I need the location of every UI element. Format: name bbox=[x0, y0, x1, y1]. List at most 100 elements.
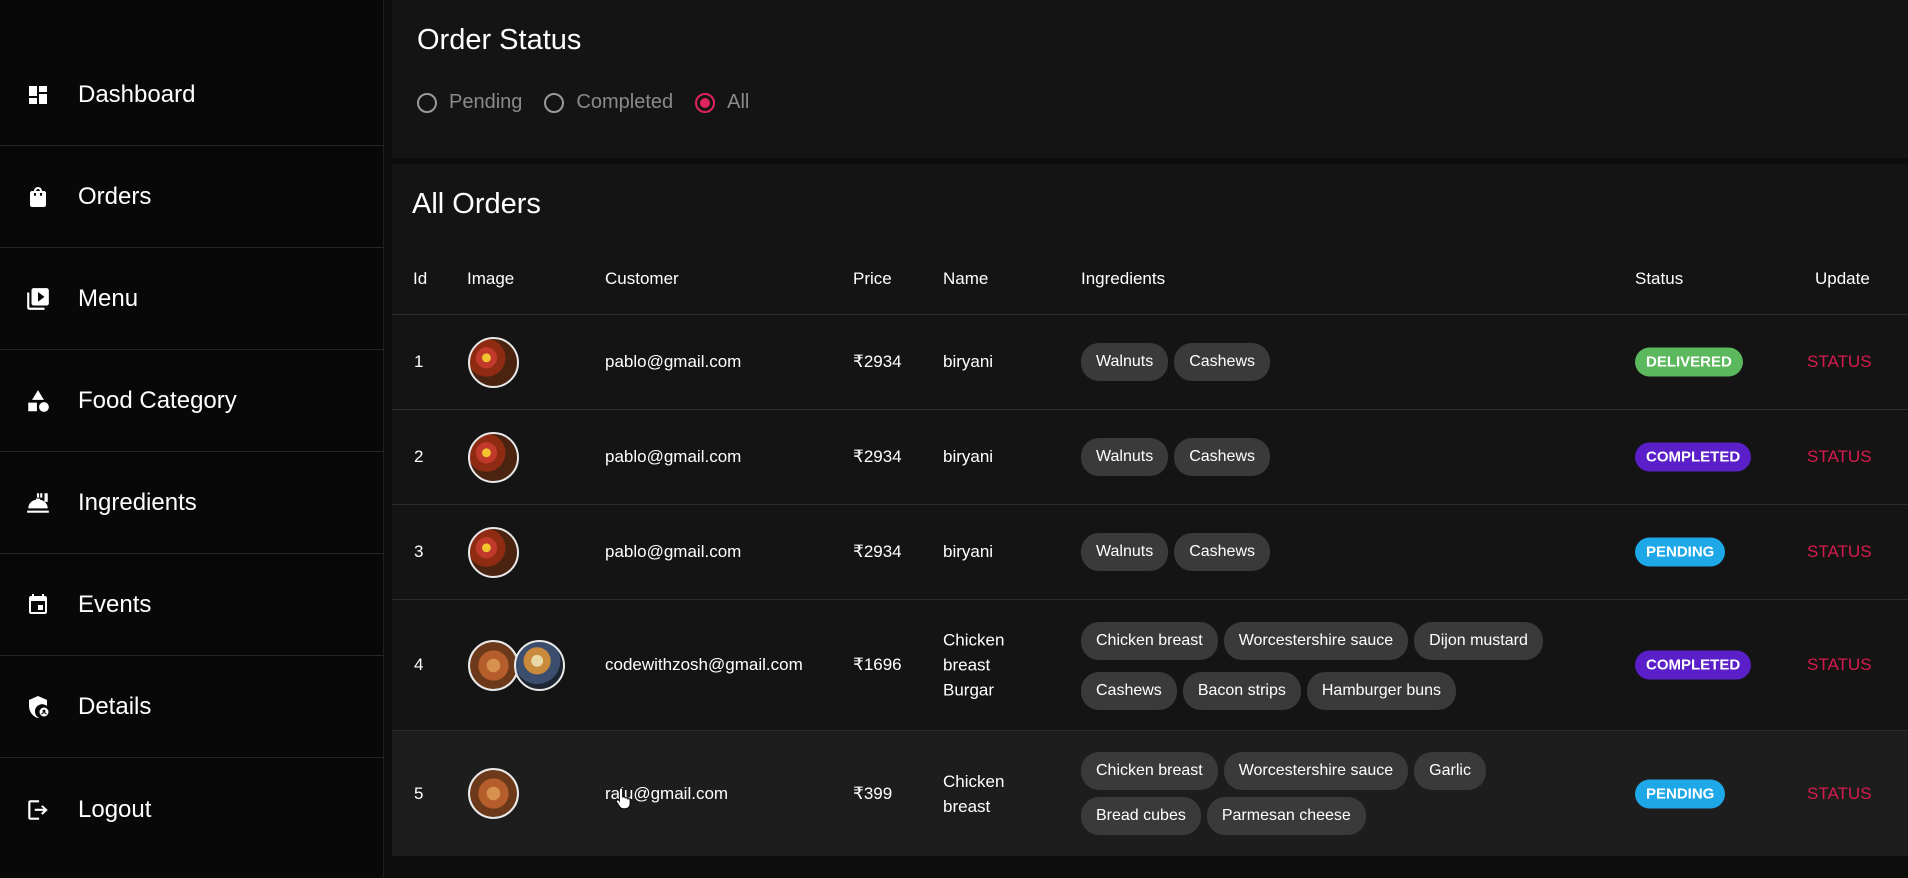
sidebar: Dashboard Orders Menu Food Category Ingr… bbox=[0, 0, 384, 878]
sidebar-item-dashboard[interactable]: Dashboard bbox=[0, 45, 383, 146]
radio-label: All bbox=[727, 91, 750, 113]
update-status-button[interactable]: STATUS bbox=[1807, 655, 1872, 675]
sidebar-item-details[interactable]: Details bbox=[0, 657, 383, 758]
ingredient-chip: Cashews bbox=[1174, 343, 1271, 381]
column-header-status: Status bbox=[1635, 269, 1684, 288]
column-header-name: Name bbox=[943, 269, 989, 288]
order-price: ₹399 bbox=[853, 783, 893, 803]
column-header-id: Id bbox=[413, 269, 428, 288]
order-id: 4 bbox=[414, 655, 424, 674]
food-image bbox=[468, 432, 519, 483]
order-food-name: Chicken breast bbox=[943, 771, 1005, 816]
sidebar-item-label: Ingredients bbox=[78, 489, 197, 516]
radio-unchecked-icon[interactable] bbox=[417, 92, 437, 113]
ingredient-chip: Walnuts bbox=[1081, 343, 1169, 381]
column-header-image: Image bbox=[467, 269, 515, 288]
table-row: 4 codewithzosh@gmail.com ₹1696 Chicken b… bbox=[392, 600, 1908, 731]
ingredient-chip: Cashews bbox=[1174, 438, 1271, 476]
radio-pending[interactable]: Pending bbox=[417, 91, 522, 114]
food-image bbox=[468, 768, 519, 819]
order-food-name: Chicken breast Burgar bbox=[943, 630, 1005, 700]
ingredient-chips: Walnuts Cashews bbox=[1081, 533, 1601, 571]
order-id: 5 bbox=[414, 783, 424, 803]
column-header-update: Update bbox=[1815, 269, 1870, 288]
update-status-button[interactable]: STATUS bbox=[1807, 352, 1872, 372]
radio-completed[interactable]: Completed bbox=[544, 91, 673, 114]
food-bank-icon bbox=[24, 489, 52, 517]
table-row: 2 pablo@gmail.com ₹2934 biryani Walnuts … bbox=[392, 410, 1908, 505]
ingredient-chip: Bread cubes bbox=[1081, 797, 1201, 835]
video-library-icon bbox=[24, 285, 52, 313]
ingredient-chip: Worcestershire sauce bbox=[1223, 622, 1409, 660]
food-image bbox=[468, 337, 519, 388]
ingredient-chip: Parmesan cheese bbox=[1206, 797, 1366, 835]
sidebar-item-events[interactable]: Events bbox=[0, 555, 383, 656]
order-food-name: biryani bbox=[943, 352, 994, 371]
ingredient-chip: Chicken breast bbox=[1081, 622, 1218, 660]
table-row: 1 pablo@gmail.com ₹2934 biryani Walnuts … bbox=[392, 315, 1908, 410]
category-icon bbox=[24, 387, 52, 415]
sidebar-item-label: Events bbox=[78, 591, 152, 618]
radio-label: Pending bbox=[449, 91, 523, 113]
sidebar-item-ingredients[interactable]: Ingredients bbox=[0, 453, 383, 554]
ingredient-chips: Walnuts Cashews bbox=[1081, 438, 1601, 476]
ingredient-chip: Cashews bbox=[1174, 533, 1271, 571]
sidebar-item-label: Menu bbox=[78, 285, 139, 312]
radio-label: Completed bbox=[576, 91, 674, 113]
order-customer: pablo@gmail.com bbox=[605, 542, 742, 561]
orders-panel: All Orders Id Image Customer Price Name … bbox=[392, 164, 1908, 856]
food-image bbox=[468, 640, 519, 691]
orders-title: All Orders bbox=[412, 188, 541, 220]
status-badge: COMPLETED bbox=[1635, 650, 1752, 680]
radio-checked-icon[interactable] bbox=[695, 92, 716, 113]
admin-panel-icon bbox=[24, 693, 52, 721]
order-customer: codewithzosh@gmail.com bbox=[605, 655, 803, 674]
column-header-customer: Customer bbox=[605, 269, 679, 288]
ingredient-chip: Worcestershire sauce bbox=[1223, 752, 1409, 790]
ingredient-chip: Walnuts bbox=[1081, 438, 1169, 476]
order-status-title: Order Status bbox=[417, 24, 582, 56]
status-badge: PENDING bbox=[1635, 779, 1726, 808]
update-status-button[interactable]: STATUS bbox=[1807, 784, 1872, 804]
sidebar-item-label: Logout bbox=[78, 795, 152, 823]
order-id: 2 bbox=[414, 447, 424, 466]
sidebar-item-menu[interactable]: Menu bbox=[0, 249, 383, 350]
ingredient-chips: Walnuts Cashews bbox=[1081, 343, 1601, 381]
order-id: 3 bbox=[414, 542, 424, 561]
ingredient-chips: Chicken breast Worcestershire sauce Dijo… bbox=[1081, 622, 1601, 710]
event-icon bbox=[24, 591, 52, 619]
order-food-name: biryani bbox=[943, 542, 994, 561]
sidebar-item-label: Details bbox=[78, 693, 152, 720]
sidebar-item-orders[interactable]: Orders bbox=[0, 147, 383, 248]
radio-all[interactable]: All bbox=[695, 91, 749, 114]
dashboard-icon bbox=[24, 81, 52, 109]
sidebar-item-logout[interactable]: Logout bbox=[0, 759, 383, 860]
hand-cursor-icon bbox=[615, 787, 631, 810]
order-price: ₹1696 bbox=[853, 655, 902, 674]
logout-icon bbox=[24, 796, 52, 824]
order-price: ₹2934 bbox=[853, 352, 902, 371]
update-status-button[interactable]: STATUS bbox=[1807, 542, 1872, 562]
order-id: 1 bbox=[414, 352, 424, 371]
food-image bbox=[468, 527, 519, 578]
status-badge: COMPLETED bbox=[1635, 442, 1752, 472]
ingredient-chip: Walnuts bbox=[1081, 533, 1169, 571]
sidebar-item-food-category[interactable]: Food Category bbox=[0, 351, 383, 452]
order-status-radio-group: Pending Completed All bbox=[417, 91, 771, 114]
order-price: ₹2934 bbox=[853, 542, 902, 561]
status-badge: DELIVERED bbox=[1635, 347, 1743, 377]
ingredient-chip: Cashews bbox=[1081, 672, 1177, 710]
order-customer: pablo@gmail.com bbox=[605, 352, 742, 371]
order-status-panel: Order Status Pending Completed All bbox=[392, 0, 1908, 158]
status-badge: PENDING bbox=[1635, 537, 1726, 567]
ingredient-chip: Hamburger buns bbox=[1306, 672, 1457, 710]
food-image bbox=[514, 640, 565, 691]
order-customer: pablo@gmail.com bbox=[605, 447, 742, 466]
shopping-bag-icon bbox=[24, 183, 52, 211]
column-header-price: Price bbox=[853, 269, 892, 288]
sidebar-item-label: Food Category bbox=[78, 387, 237, 414]
sidebar-item-label: Orders bbox=[78, 183, 152, 210]
update-status-button[interactable]: STATUS bbox=[1807, 447, 1872, 467]
table-row: 3 pablo@gmail.com ₹2934 biryani Walnuts … bbox=[392, 505, 1908, 600]
radio-unchecked-icon[interactable] bbox=[544, 92, 565, 113]
